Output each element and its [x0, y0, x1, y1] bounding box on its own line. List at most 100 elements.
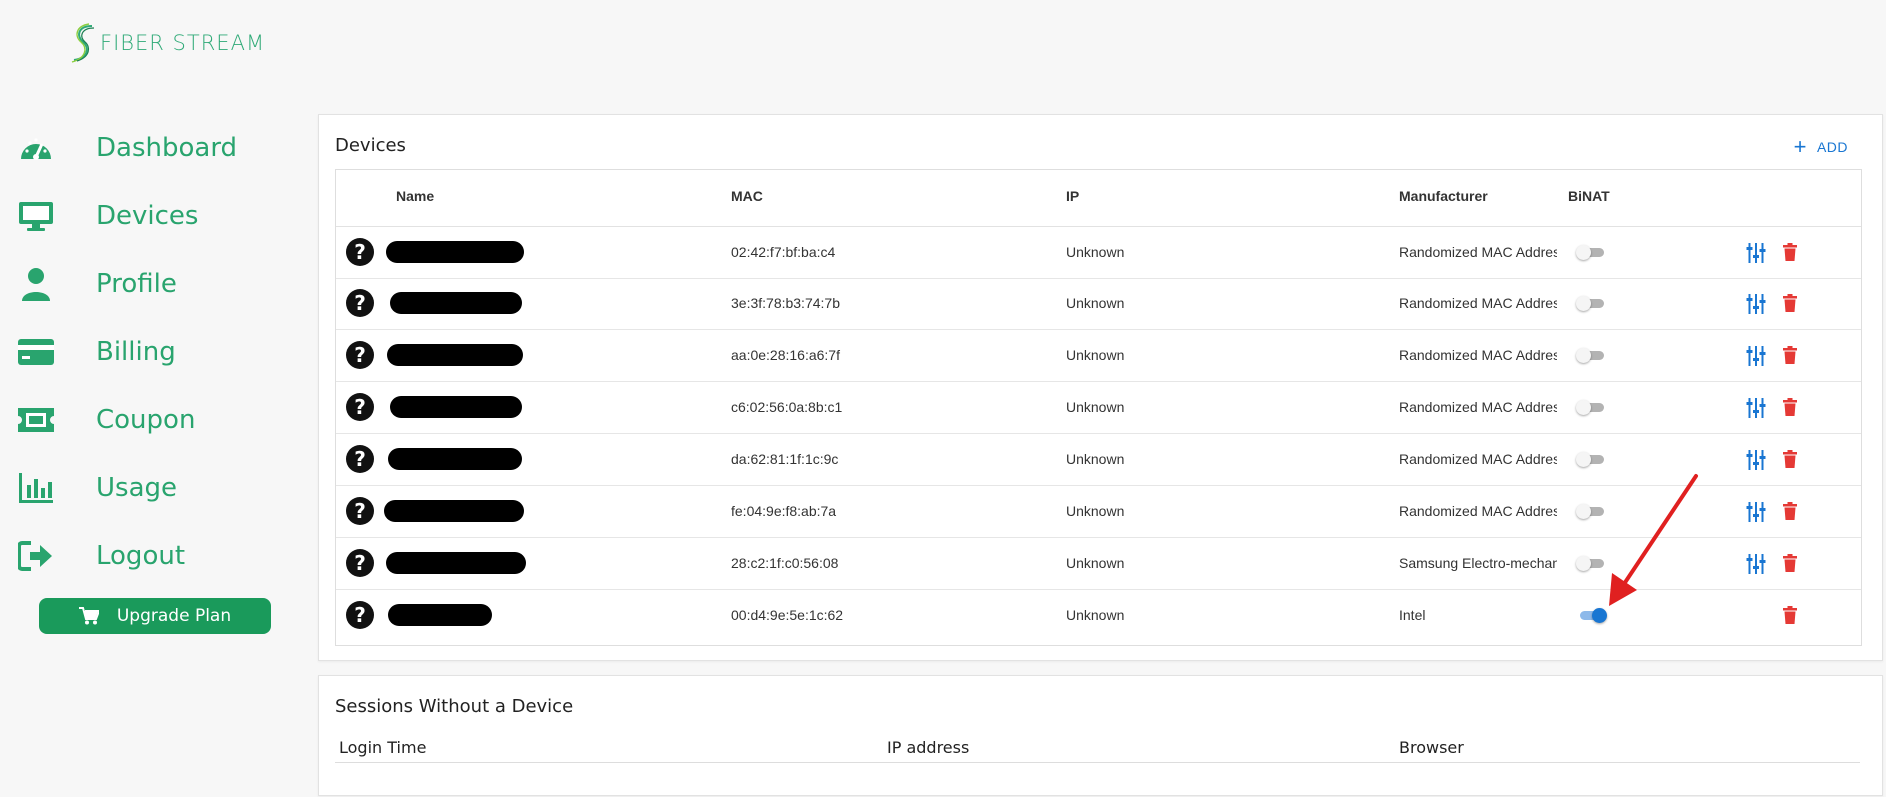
delete-icon[interactable]: [1783, 294, 1797, 315]
delete-icon[interactable]: [1783, 554, 1797, 575]
device-row[interactable]: ? c6:02:56:0a:8b:c1 Unknown Randomized M…: [336, 382, 1861, 434]
tune-settings-icon[interactable]: [1746, 398, 1766, 421]
brand-logo[interactable]: FIBER STREAM: [70, 22, 265, 64]
unknown-device-icon: ?: [346, 341, 374, 369]
device-ip: Unknown: [1066, 607, 1125, 623]
delete-icon[interactable]: [1783, 398, 1797, 419]
speedometer-icon: [18, 130, 54, 166]
device-ip: Unknown: [1066, 503, 1125, 519]
device-mac: da:62:81:1f:1c:9c: [731, 451, 839, 467]
device-row[interactable]: ? fe:04:9e:f8:ab:7a Unknown Randomized M…: [336, 486, 1861, 538]
unknown-device-icon: ?: [346, 445, 374, 473]
monitor-icon: [18, 198, 54, 234]
sidebar-item-usage[interactable]: Usage: [18, 468, 177, 508]
column-header-login-time[interactable]: Login Time: [339, 738, 426, 757]
device-row[interactable]: ? 28:c2:1f:c0:56:08 Unknown Samsung Elec…: [336, 538, 1861, 590]
redacted-device-name: [388, 448, 522, 470]
tune-settings-icon[interactable]: [1746, 554, 1766, 577]
tune-settings-icon[interactable]: [1746, 294, 1766, 317]
sessions-table-header: Login Time IP address Browser: [335, 734, 1860, 763]
tune-settings-icon[interactable]: [1746, 450, 1766, 473]
column-header-binat[interactable]: BiNAT: [1568, 188, 1610, 204]
device-row[interactable]: ? da:62:81:1f:1c:9c Unknown Randomized M…: [336, 434, 1861, 486]
bar-chart-icon: [18, 470, 54, 506]
sidebar-item-label: Usage: [96, 473, 178, 503]
credit-card-icon: [18, 334, 54, 370]
device-mac: 00:d4:9e:5e:1c:62: [731, 607, 844, 623]
sidebar-item-label: Devices: [96, 201, 199, 231]
person-icon: [18, 266, 54, 302]
binat-toggle[interactable]: [1576, 245, 1606, 260]
sidebar-item-label: Logout: [96, 541, 186, 571]
sessions-title: Sessions Without a Device: [335, 696, 574, 717]
column-header-browser[interactable]: Browser: [1399, 738, 1464, 757]
unknown-device-icon: ?: [346, 497, 374, 525]
device-manufacturer: Randomized MAC Address: [1399, 399, 1557, 415]
upgrade-plan-button[interactable]: Upgrade Plan: [39, 598, 271, 634]
device-manufacturer: Intel: [1399, 607, 1426, 623]
add-label: ADD: [1816, 139, 1848, 155]
binat-toggle[interactable]: [1576, 608, 1607, 623]
sidebar-item-dashboard[interactable]: Dashboard: [18, 128, 237, 168]
device-manufacturer: Samsung Electro-mechanics: [1399, 555, 1557, 571]
device-mac: c6:02:56:0a:8b:c1: [731, 399, 843, 415]
sidebar-item-devices[interactable]: Devices: [18, 196, 198, 236]
device-mac: aa:0e:28:16:a6:7f: [731, 347, 840, 363]
device-manufacturer: Randomized MAC Address: [1399, 347, 1557, 363]
logout-icon: [18, 538, 54, 574]
binat-toggle[interactable]: [1576, 556, 1606, 571]
binat-toggle[interactable]: [1576, 348, 1606, 363]
delete-icon[interactable]: [1783, 346, 1797, 367]
delete-icon[interactable]: [1783, 606, 1797, 627]
ticket-icon: [18, 402, 54, 438]
sessions-card: Sessions Without a Device Login Time IP …: [318, 675, 1883, 796]
device-mac: fe:04:9e:f8:ab:7a: [731, 503, 837, 519]
column-header-mac[interactable]: MAC: [731, 188, 763, 204]
device-ip: Unknown: [1066, 399, 1125, 415]
sidebar-item-coupon[interactable]: Coupon: [18, 400, 195, 440]
delete-icon[interactable]: [1783, 450, 1797, 471]
column-header-manufacturer[interactable]: Manufacturer: [1399, 188, 1488, 204]
tune-settings-icon[interactable]: [1746, 243, 1766, 266]
device-manufacturer: Randomized MAC Address: [1399, 295, 1557, 311]
device-row[interactable]: ? aa:0e:28:16:a6:7f Unknown Randomized M…: [336, 330, 1861, 382]
sidebar-item-label: Profile: [96, 269, 177, 299]
binat-toggle[interactable]: [1576, 452, 1606, 467]
device-row[interactable]: ? 00:d4:9e:5e:1c:62 Unknown Intel: [336, 590, 1861, 641]
device-ip: Unknown: [1066, 295, 1125, 311]
unknown-device-icon: ?: [346, 601, 374, 629]
sidebar-item-label: Coupon: [96, 405, 196, 435]
cart-icon: [78, 607, 99, 625]
sidebar-item-billing[interactable]: Billing: [18, 332, 176, 372]
devices-table-header: Name MAC IP Manufacturer BiNAT: [336, 170, 1861, 227]
tune-settings-icon[interactable]: [1746, 502, 1766, 525]
sidebar-item-profile[interactable]: Profile: [18, 264, 177, 304]
device-row[interactable]: ? 3e:3f:78:b3:74:7b Unknown Randomized M…: [336, 278, 1861, 330]
add-device-button[interactable]: + ADD: [1793, 134, 1848, 159]
column-header-ip[interactable]: IP: [1066, 188, 1079, 204]
delete-icon[interactable]: [1783, 502, 1797, 523]
column-header-name[interactable]: Name: [396, 188, 434, 204]
device-manufacturer: Randomized MAC Address: [1399, 451, 1557, 467]
unknown-device-icon: ?: [346, 393, 374, 421]
redacted-device-name: [386, 552, 526, 574]
redacted-device-name: [387, 344, 523, 366]
column-header-ip-address[interactable]: IP address: [887, 738, 969, 757]
binat-toggle[interactable]: [1576, 296, 1606, 311]
device-mac: 02:42:f7:bf:ba:c4: [731, 244, 836, 260]
plus-icon: +: [1793, 134, 1807, 159]
redacted-device-name: [386, 241, 524, 263]
sidebar-item-label: Billing: [96, 337, 176, 367]
device-ip: Unknown: [1066, 451, 1125, 467]
device-row[interactable]: ? 02:42:f7:bf:ba:c4 Unknown Randomized M…: [336, 227, 1861, 279]
unknown-device-icon: ?: [346, 238, 374, 266]
binat-toggle[interactable]: [1576, 504, 1606, 519]
tune-settings-icon[interactable]: [1746, 346, 1766, 369]
upgrade-plan-label: Upgrade Plan: [116, 606, 232, 626]
unknown-device-icon: ?: [346, 549, 374, 577]
device-mac: 3e:3f:78:b3:74:7b: [731, 295, 840, 311]
sidebar-item-logout[interactable]: Logout: [18, 536, 185, 576]
binat-toggle[interactable]: [1576, 400, 1606, 415]
device-ip: Unknown: [1066, 244, 1125, 260]
delete-icon[interactable]: [1783, 243, 1797, 264]
